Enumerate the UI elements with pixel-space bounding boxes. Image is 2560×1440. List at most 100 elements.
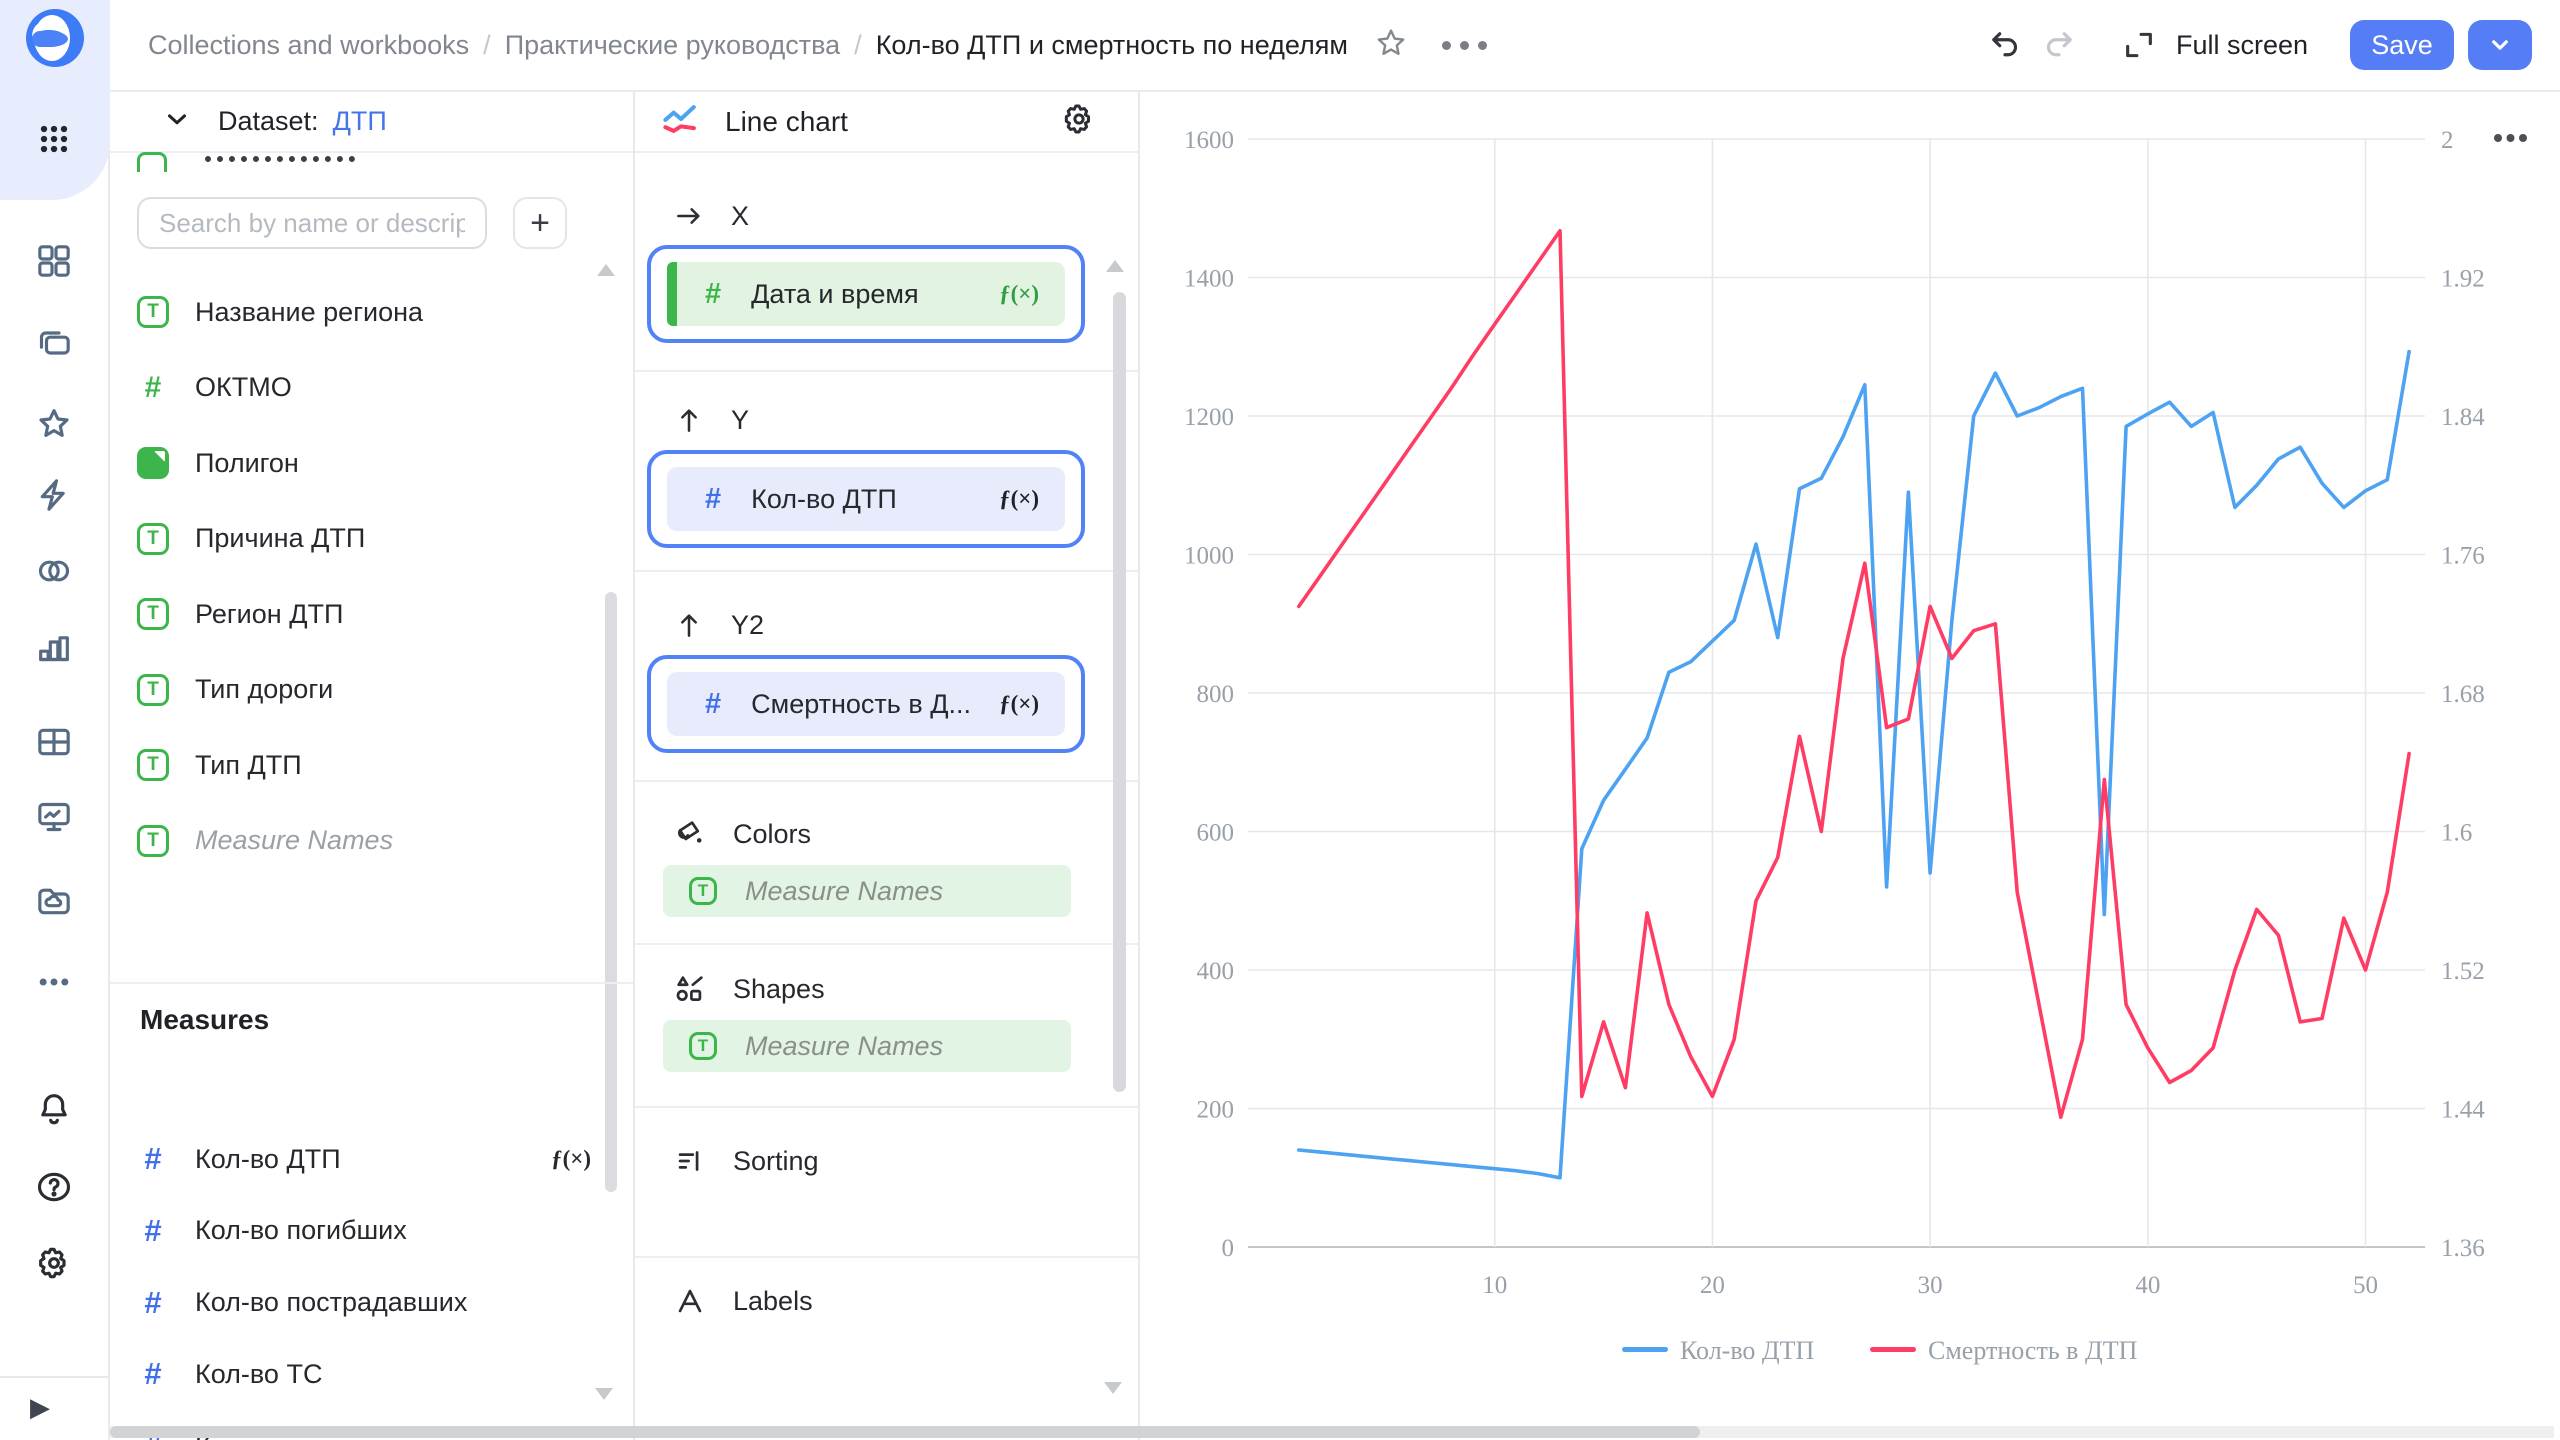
expand-play-icon[interactable]: ▶ xyxy=(30,1392,50,1423)
number-field-icon: # xyxy=(705,483,721,516)
scroll-up-arrow[interactable] xyxy=(1106,260,1124,272)
chart-settings-gear-icon[interactable] xyxy=(1060,100,1098,143)
dimension-row[interactable]: T Название региона xyxy=(137,284,607,340)
monitor-chart-icon[interactable] xyxy=(22,790,86,844)
scroll-down-arrow[interactable] xyxy=(1104,1382,1122,1394)
help-icon[interactable] xyxy=(22,1160,86,1214)
save-button[interactable]: Save xyxy=(2350,20,2454,70)
dimension-row[interactable]: Полигон xyxy=(137,435,607,491)
measure-row[interactable]: # Кол-во ДТП ƒ(×) xyxy=(137,1131,607,1187)
y-field-label: Кол-во ДТП xyxy=(751,484,897,515)
svg-text:1600: 1600 xyxy=(1184,127,1234,154)
sorting-section-label: Sorting xyxy=(673,1144,819,1178)
gear-icon[interactable] xyxy=(22,1236,86,1290)
clipped-field-icon xyxy=(137,152,167,172)
shapes-field-pill[interactable]: T Measure Names xyxy=(663,1020,1071,1072)
labels-section-label: Labels xyxy=(673,1284,813,1318)
svg-text:1.36: 1.36 xyxy=(2441,1235,2485,1262)
measure-row[interactable]: # Кол-во пострадавших xyxy=(137,1275,607,1331)
section-divider xyxy=(635,570,1138,572)
dataset-name-link[interactable]: ДТП xyxy=(333,106,387,137)
y-section-label: Y xyxy=(673,404,749,436)
config-scrollbar[interactable] xyxy=(1113,292,1126,1092)
colors-field-label: Measure Names xyxy=(745,876,943,907)
number-field-icon: # xyxy=(137,1285,169,1321)
redo-icon[interactable] xyxy=(2032,18,2086,72)
search-input[interactable] xyxy=(137,197,487,249)
scroll-up-arrow[interactable] xyxy=(597,264,615,276)
favorite-star-icon[interactable] xyxy=(1374,26,1408,65)
dataset-panel: Dataset: ДТП + T Название региона # ОКТМ… xyxy=(110,92,635,1440)
chart-type-label[interactable]: Line chart xyxy=(725,106,848,138)
colors-field-pill[interactable]: T Measure Names xyxy=(663,865,1071,917)
number-field-icon: # xyxy=(705,688,721,721)
star-nav-icon[interactable] xyxy=(22,397,86,451)
bell-icon[interactable] xyxy=(22,1082,86,1136)
number-field-icon: # xyxy=(705,278,721,311)
svg-text:600: 600 xyxy=(1197,820,1235,847)
x-field-label: Дата и время xyxy=(751,279,918,310)
field-label: Причина ДТП xyxy=(195,523,365,554)
breadcrumb-separator: / xyxy=(854,30,862,61)
rail-divider xyxy=(0,1376,108,1378)
dataset-collapse-icon[interactable] xyxy=(162,104,192,139)
text-field-icon: T xyxy=(137,296,169,328)
more-dots-icon[interactable] xyxy=(22,955,86,1009)
svg-text:1.84: 1.84 xyxy=(2441,404,2485,431)
venn-icon[interactable] xyxy=(22,544,86,598)
fullscreen-label[interactable]: Full screen xyxy=(2176,30,2308,61)
svg-text:1.44: 1.44 xyxy=(2441,1097,2485,1124)
squares-icon[interactable] xyxy=(22,234,86,288)
field-label: ОКТМО xyxy=(195,372,292,403)
datalens-app: Collections and workbooks / Практические… xyxy=(0,0,2560,1440)
shapes-section-label: Shapes xyxy=(673,972,825,1006)
y2-field-pill[interactable]: # Смертность в Д... ƒ(×) xyxy=(647,655,1085,753)
chart-type-header: Line chart xyxy=(635,92,1138,153)
save-dropdown-button[interactable] xyxy=(2468,20,2532,70)
field-search-row: + xyxy=(137,197,607,249)
line-chart[interactable]: 01.362001.444001.526001.68001.6810001.76… xyxy=(1140,92,2560,1440)
breadcrumb-workbook[interactable]: Практические руководства xyxy=(505,30,840,61)
breadcrumb-collections[interactable]: Collections and workbooks xyxy=(148,30,469,61)
section-divider xyxy=(635,943,1138,945)
svg-text:1.52: 1.52 xyxy=(2441,958,2485,985)
breadcrumb: Collections and workbooks / Практические… xyxy=(148,30,1348,61)
more-menu-icon[interactable] xyxy=(1442,41,1487,50)
svg-text:400: 400 xyxy=(1197,958,1235,985)
chart-menu-icon xyxy=(2519,134,2527,142)
chart-menu-icon xyxy=(2507,134,2515,142)
formula-badge: ƒ(×) xyxy=(999,691,1039,717)
folder-cloud-icon[interactable] xyxy=(22,874,86,928)
dimension-row[interactable]: T Тип ДТП xyxy=(137,737,607,793)
dimension-color-bar xyxy=(667,262,677,326)
bar-chart-icon[interactable] xyxy=(22,620,86,674)
measure-row[interactable]: # Кол-во погибших xyxy=(137,1203,607,1259)
table-icon[interactable] xyxy=(22,715,86,769)
x-field-pill[interactable]: # Дата и время ƒ(×) xyxy=(647,245,1085,343)
dimension-row[interactable]: T Причина ДТП xyxy=(137,511,607,567)
dimension-row[interactable]: T Регион ДТП xyxy=(137,586,607,642)
svg-text:2: 2 xyxy=(2441,127,2454,154)
dimension-row[interactable]: T Measure Names xyxy=(137,813,607,869)
dimension-row[interactable]: # ОКТМО xyxy=(137,360,607,416)
text-field-icon: T xyxy=(137,749,169,781)
undo-icon[interactable] xyxy=(1978,18,2032,72)
svg-text:10: 10 xyxy=(1482,1272,1507,1299)
field-label: Measure Names xyxy=(195,825,393,856)
horizontal-scrollbar[interactable] xyxy=(110,1426,2554,1438)
y-field-pill[interactable]: # Кол-во ДТП ƒ(×) xyxy=(647,450,1085,548)
svg-text:40: 40 xyxy=(2135,1272,2160,1299)
svg-text:1400: 1400 xyxy=(1184,266,1234,293)
dimension-row[interactable]: T Тип дороги xyxy=(137,662,607,718)
section-divider xyxy=(635,1256,1138,1258)
bolt-icon[interactable] xyxy=(22,468,86,522)
add-field-button[interactable]: + xyxy=(513,197,567,249)
measure-row[interactable]: # Кол-во ТС xyxy=(137,1346,607,1402)
fullscreen-icon[interactable] xyxy=(2112,18,2166,72)
measures-header: Measures xyxy=(140,1004,269,1036)
svg-text:0: 0 xyxy=(1222,1235,1235,1262)
svg-text:1.6: 1.6 xyxy=(2441,820,2472,847)
layers-icon[interactable] xyxy=(22,316,86,370)
datalens-logo[interactable] xyxy=(26,9,84,67)
apps-grid-icon[interactable] xyxy=(22,112,86,166)
